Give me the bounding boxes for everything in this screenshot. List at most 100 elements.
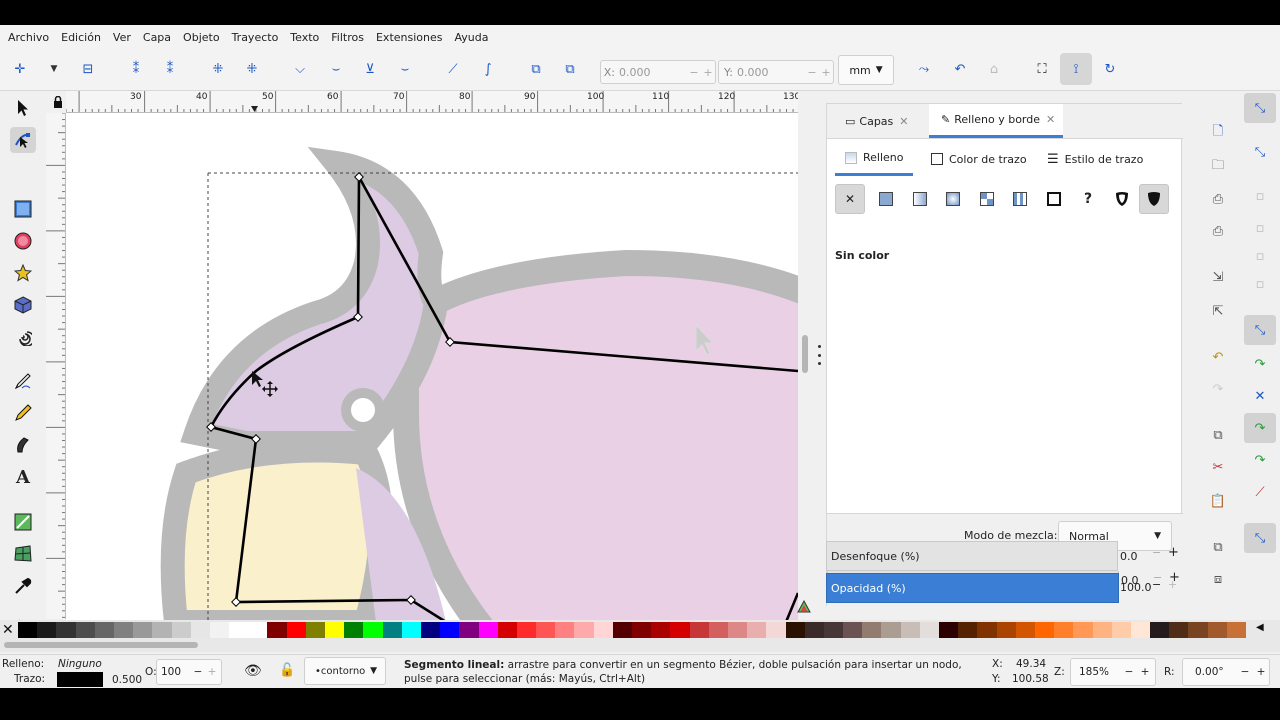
y-value[interactable]: 0.000 bbox=[735, 66, 805, 79]
tab-capas[interactable]: ▭ Capas ✕ bbox=[827, 104, 927, 138]
paste-icon[interactable]: 📋 bbox=[1206, 489, 1230, 513]
palette-swatch[interactable] bbox=[75, 622, 95, 638]
vertical-scrollbar[interactable] bbox=[798, 91, 812, 621]
spiral-tool-icon[interactable] bbox=[10, 324, 36, 350]
linear-gradient-button[interactable] bbox=[905, 184, 935, 214]
snap-path-icon[interactable]: ↷ bbox=[1244, 349, 1276, 379]
palette-swatch[interactable] bbox=[190, 622, 210, 638]
palette-swatch[interactable] bbox=[229, 622, 249, 638]
palette-swatch[interactable] bbox=[823, 622, 844, 638]
node-auto-icon[interactable]: ⌣ bbox=[395, 59, 415, 79]
cut-icon[interactable]: ✂ bbox=[1206, 455, 1230, 479]
palette-swatch[interactable] bbox=[804, 622, 824, 638]
next-path-effect-icon[interactable]: ⤳ bbox=[914, 59, 934, 79]
palette-swatch[interactable] bbox=[727, 622, 748, 638]
blur-value-visible[interactable]: 0.0 bbox=[1120, 550, 1138, 563]
palette-swatch[interactable] bbox=[766, 622, 786, 638]
palette-swatch[interactable] bbox=[689, 622, 709, 638]
opacity-spinbox[interactable]: 100 − + bbox=[156, 659, 222, 685]
palette-swatch[interactable] bbox=[843, 622, 863, 638]
palette-swatch[interactable] bbox=[881, 622, 901, 638]
insert-node-menu-chevron-icon[interactable]: ▼ bbox=[44, 59, 64, 79]
palette-swatch[interactable] bbox=[286, 622, 306, 638]
delete-segment-icon[interactable]: ⁜ bbox=[242, 59, 262, 79]
zoom-value[interactable]: 185% bbox=[1071, 666, 1121, 678]
x-coordinate-field[interactable]: X: 0.000 − + bbox=[600, 60, 716, 84]
palette-swatch[interactable] bbox=[862, 622, 882, 638]
object-to-path-icon[interactable]: ⧉ bbox=[526, 59, 546, 79]
show-transform-handles-icon[interactable]: ⛶ bbox=[1032, 59, 1052, 79]
palette-swatch[interactable] bbox=[919, 622, 939, 638]
palette-swatch[interactable] bbox=[382, 622, 402, 638]
unit-select[interactable]: mm ▼ bbox=[838, 55, 894, 85]
menu-objeto[interactable]: Objeto bbox=[177, 31, 226, 44]
opacity-decrement-button[interactable]: − bbox=[1152, 578, 1161, 591]
snap-midpoint-icon[interactable]: ⟋ bbox=[1244, 477, 1276, 507]
snap-others-icon[interactable]: ⤡ bbox=[1244, 523, 1276, 553]
close-tab-capas-icon[interactable]: ✕ bbox=[899, 115, 908, 128]
fill-indicator-value[interactable]: Ninguno bbox=[58, 658, 102, 670]
snap-smooth-icon[interactable]: ↷ bbox=[1244, 445, 1276, 475]
subtab-relleno[interactable]: Relleno bbox=[835, 142, 913, 176]
stroke-to-path-icon[interactable]: ⧉ bbox=[560, 59, 580, 79]
mesh-tool-icon[interactable] bbox=[10, 541, 36, 567]
rotate-ccw-button[interactable]: − bbox=[1237, 666, 1253, 678]
layer-lock-icon[interactable]: 🔓 bbox=[279, 663, 295, 678]
text-tool-icon[interactable]: A bbox=[10, 464, 36, 490]
stroke-width-value[interactable]: 0.500 bbox=[112, 674, 142, 686]
menu-archivo[interactable]: Archivo bbox=[2, 31, 55, 44]
palette-swatch[interactable] bbox=[37, 622, 57, 638]
zoom-spinbox[interactable]: 185% − + bbox=[1070, 658, 1156, 686]
drawing-canvas[interactable] bbox=[66, 113, 798, 622]
palette-swatch[interactable] bbox=[325, 622, 345, 638]
segment-curve-icon[interactable]: ∫ bbox=[478, 59, 498, 79]
node-smooth-icon[interactable]: ⌣ bbox=[326, 59, 346, 79]
rotation-value[interactable]: 0.00° bbox=[1183, 666, 1237, 678]
segment-line-icon[interactable]: ⟋ bbox=[443, 59, 463, 79]
blur-increment-visible[interactable]: + bbox=[1168, 545, 1179, 560]
palette-swatch[interactable] bbox=[996, 622, 1016, 638]
palette-swatch[interactable] bbox=[248, 622, 268, 638]
palette-swatch[interactable] bbox=[344, 622, 364, 638]
palette-swatch[interactable] bbox=[420, 622, 441, 638]
menu-capa[interactable]: Capa bbox=[137, 31, 177, 44]
palette-swatch[interactable] bbox=[401, 622, 421, 638]
palette-swatch[interactable] bbox=[497, 622, 517, 638]
palette-swatch[interactable] bbox=[632, 622, 652, 638]
palette-swatch[interactable] bbox=[267, 622, 287, 638]
palette-swatch[interactable] bbox=[440, 622, 460, 638]
opacity-slider[interactable]: Opacidad (%) bbox=[826, 573, 1119, 603]
join-nodes-icon[interactable]: ⁑ bbox=[126, 59, 146, 79]
palette-swatch[interactable] bbox=[1111, 622, 1131, 638]
opacity-spin-decrement[interactable]: − bbox=[191, 666, 205, 678]
pencil-tool-icon[interactable] bbox=[10, 400, 36, 426]
delete-node-icon[interactable]: ⊟ bbox=[78, 59, 98, 79]
palette-swatch[interactable] bbox=[1092, 622, 1112, 638]
3d-box-tool-icon[interactable] bbox=[10, 292, 36, 318]
palette-swatch[interactable] bbox=[94, 622, 114, 638]
flat-color-button[interactable] bbox=[871, 184, 901, 214]
snap-bbox-midpoint-icon[interactable]: ▫ bbox=[1244, 241, 1276, 271]
opacity-increment-button[interactable]: + bbox=[1168, 578, 1177, 591]
import-icon[interactable]: ⇲ bbox=[1206, 265, 1230, 289]
zoom-in-button[interactable]: + bbox=[1137, 666, 1153, 678]
dock-resize-handle[interactable] bbox=[815, 345, 823, 365]
ellipse-tool-icon[interactable] bbox=[10, 228, 36, 254]
y-increment-button[interactable]: + bbox=[819, 66, 833, 79]
gradient-tool-icon[interactable] bbox=[10, 509, 36, 535]
rotate-cw-button[interactable]: + bbox=[1253, 666, 1269, 678]
unset-paint-button[interactable]: ? bbox=[1073, 184, 1103, 214]
palette-swatch[interactable] bbox=[555, 622, 575, 638]
blur-decrement-visible[interactable]: − bbox=[1152, 546, 1161, 559]
node-tool-icon[interactable] bbox=[10, 127, 36, 153]
palette-menu-chevron-icon[interactable]: ◀ bbox=[1256, 622, 1264, 633]
dropper-tool-icon[interactable] bbox=[10, 573, 36, 599]
radial-gradient-button[interactable] bbox=[938, 184, 968, 214]
palette-swatch[interactable] bbox=[708, 622, 728, 638]
palette-swatch[interactable] bbox=[1207, 622, 1227, 638]
menu-filtros[interactable]: Filtros bbox=[325, 31, 370, 44]
menu-trayecto[interactable]: Trayecto bbox=[226, 31, 285, 44]
palette-swatch[interactable] bbox=[1073, 622, 1093, 638]
palette-swatch[interactable] bbox=[574, 622, 594, 638]
node-cusp-icon[interactable]: ⌵ bbox=[290, 59, 310, 79]
